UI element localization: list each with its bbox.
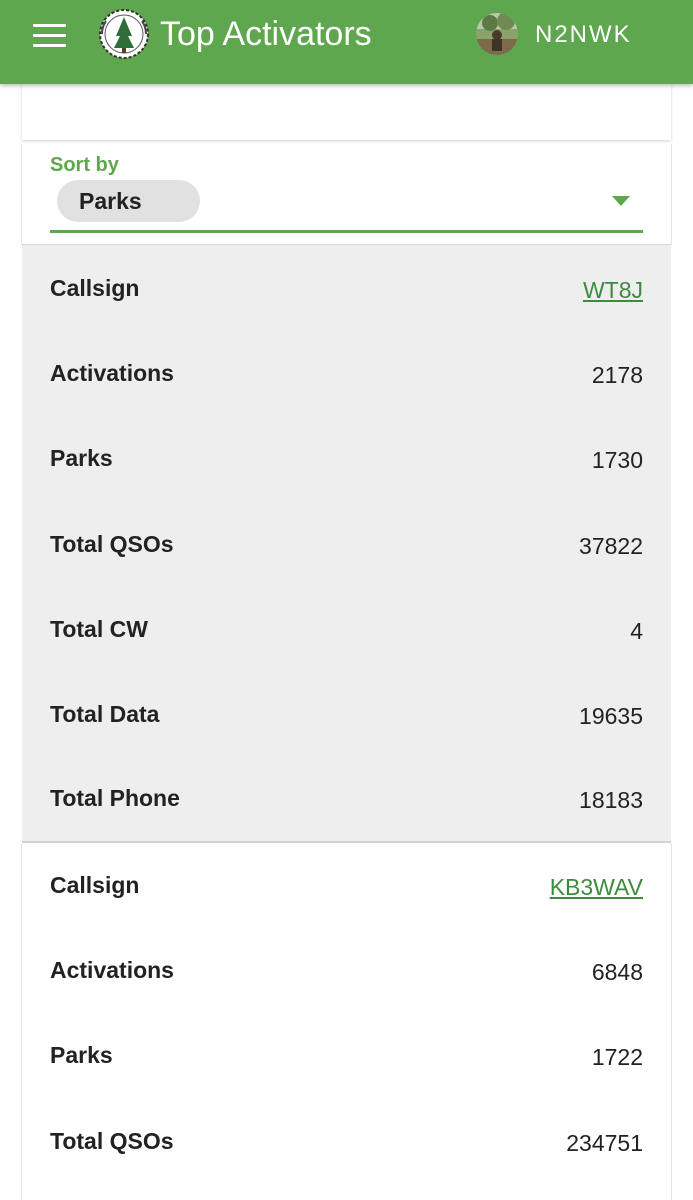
record-row-parks: Parks 1722 bbox=[50, 1035, 643, 1075]
sort-by-label: Sort by bbox=[50, 154, 119, 176]
record-row-total-qsos: Total QSOs 234751 bbox=[50, 1121, 643, 1161]
sort-selected-chip[interactable]: Parks bbox=[57, 180, 200, 222]
row-label: Activations bbox=[50, 957, 174, 983]
row-value: 37822 bbox=[579, 533, 643, 559]
row-label: Activations bbox=[50, 360, 174, 386]
activator-record: Callsign KB3WAV Activations 6848 Parks 1… bbox=[22, 843, 671, 1200]
user-avatar[interactable] bbox=[476, 13, 518, 55]
record-row-total-cw: Total CW 4 bbox=[50, 609, 643, 649]
record-row-total-data: Total Data 19635 bbox=[50, 694, 643, 734]
record-row-parks: Parks 1730 bbox=[50, 438, 643, 478]
row-value: 1722 bbox=[591, 1044, 643, 1070]
app-bar: Top Activators N2NWK bbox=[0, 0, 693, 84]
row-value: 6848 bbox=[591, 959, 643, 985]
row-label: Callsign bbox=[50, 275, 140, 301]
record-row-total-phone: Total Phone 18183 bbox=[50, 778, 643, 818]
top-card bbox=[22, 84, 671, 140]
row-value: 2178 bbox=[591, 362, 643, 388]
row-label: Parks bbox=[50, 1042, 113, 1068]
menu-icon[interactable] bbox=[33, 22, 67, 48]
record-row-activations: Activations 6848 bbox=[50, 950, 643, 990]
row-label: Total CW bbox=[50, 616, 148, 642]
row-value: 234751 bbox=[566, 1130, 643, 1156]
page-title: Top Activators bbox=[160, 15, 372, 53]
sort-section: Sort by Parks bbox=[22, 144, 671, 245]
record-row-total-qsos: Total QSOs 37822 bbox=[50, 524, 643, 564]
row-label: Total Data bbox=[50, 701, 160, 727]
row-label: Total QSOs bbox=[50, 1128, 174, 1154]
record-row-callsign: Callsign WT8J bbox=[50, 268, 643, 308]
row-label: Callsign bbox=[50, 872, 140, 898]
sort-by-select[interactable]: Parks bbox=[50, 178, 643, 233]
pota-logo[interactable] bbox=[96, 6, 152, 62]
row-label: Total QSOs bbox=[50, 531, 174, 557]
username[interactable]: N2NWK bbox=[535, 20, 632, 50]
row-value: 18183 bbox=[579, 787, 643, 813]
activator-record: Callsign WT8J Activations 2178 Parks 173… bbox=[22, 245, 671, 843]
record-row-callsign: Callsign KB3WAV bbox=[50, 865, 643, 905]
row-label: Parks bbox=[50, 445, 113, 471]
row-value: 4 bbox=[630, 618, 643, 644]
row-value: 1730 bbox=[591, 447, 643, 473]
record-row-activations: Activations 2178 bbox=[50, 353, 643, 393]
dropdown-arrow-icon[interactable] bbox=[612, 196, 630, 206]
row-value: 19635 bbox=[579, 703, 643, 729]
row-label: Total Phone bbox=[50, 785, 180, 811]
callsign-link[interactable]: KB3WAV bbox=[550, 867, 643, 907]
callsign-link[interactable]: WT8J bbox=[583, 270, 643, 310]
